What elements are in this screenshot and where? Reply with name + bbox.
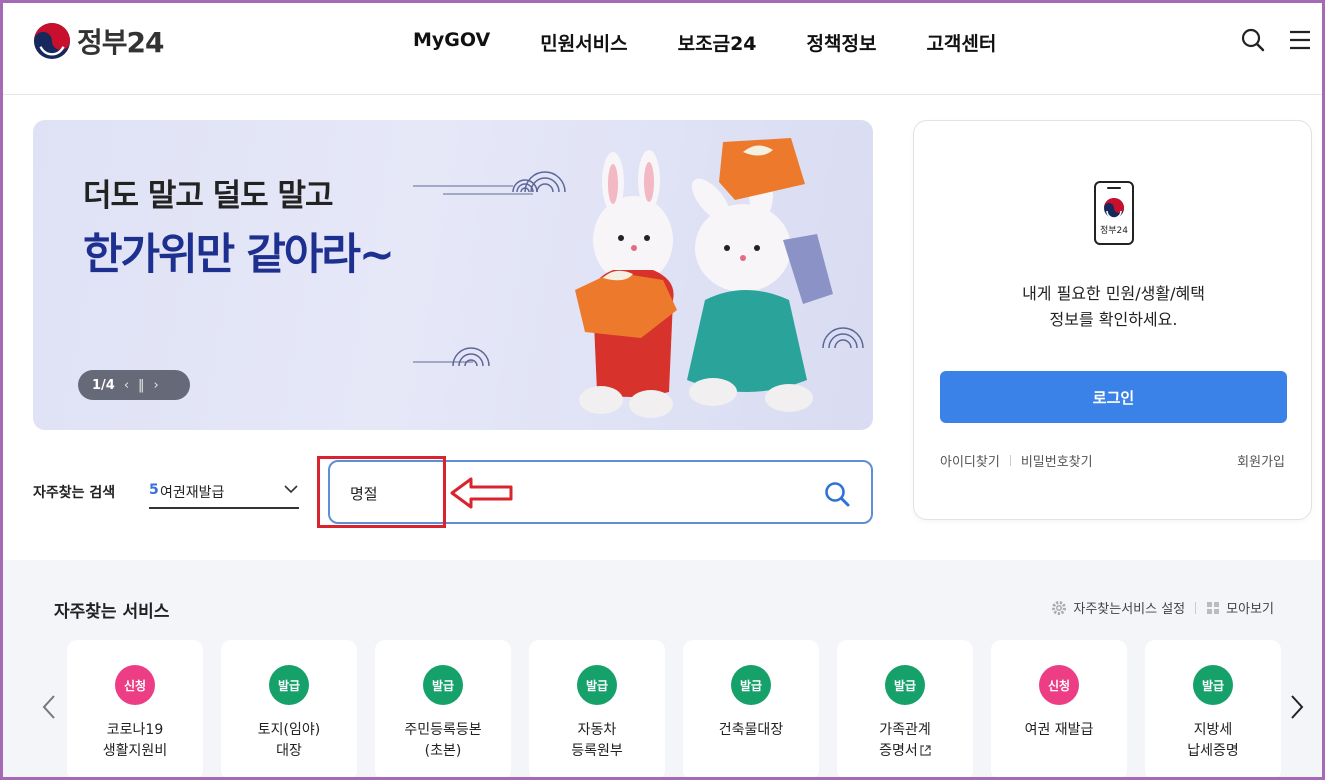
- rabbit-illustration: [413, 138, 864, 418]
- issue-badge: 발급: [423, 665, 463, 705]
- login-button[interactable]: 로그인: [940, 371, 1287, 423]
- main-nav: MyGOV 민원서비스 보조금24 정책정보 고객센터: [413, 29, 996, 56]
- search-icon[interactable]: [1240, 27, 1266, 53]
- nav-policy-info[interactable]: 정책정보: [807, 29, 877, 56]
- login-panel: 정부24 내게 필요한 민원/생활/혜택 정보를 확인하세요. 로그인 아이디찾…: [913, 120, 1312, 520]
- chevron-down-icon: [284, 485, 298, 494]
- link-divider: [1009, 455, 1011, 466]
- menu-icon[interactable]: [1287, 27, 1313, 53]
- phone-notch: [1107, 187, 1121, 189]
- site-header: 정부24 MyGOV 민원서비스 보조금24 정책정보 고객센터: [3, 3, 1322, 95]
- popular-search-text: 여권재발급: [160, 485, 225, 501]
- service-name: 자동차 등록원부: [571, 722, 623, 759]
- apply-badge: 신청: [115, 665, 155, 705]
- service-settings-button[interactable]: 자주찾는서비스 설정: [1051, 598, 1185, 617]
- issue-badge: 발급: [885, 665, 925, 705]
- apply-badge: 신청: [1039, 665, 1079, 705]
- taegeuk-logo-icon: [33, 22, 71, 60]
- site-logo[interactable]: 정부24: [33, 21, 164, 61]
- taegeuk-small-icon: [1104, 198, 1124, 219]
- tool-divider: [1195, 601, 1197, 614]
- issue-badge: 발급: [577, 665, 617, 705]
- service-card-family-certificate[interactable]: 발급 가족관계 증명서: [837, 640, 973, 780]
- main-banner[interactable]: 더도 말고 덜도 말고 한가위만 같아라~ 1/4 ‹ ‖ ›: [33, 120, 873, 430]
- banner-page-indicator: 1/4: [92, 377, 115, 393]
- service-card-covid-support[interactable]: 신청 코로나19 생활지원비: [67, 640, 203, 780]
- service-card-land-register[interactable]: 발급 토지(임야) 대장: [221, 640, 357, 780]
- nav-customer-center[interactable]: 고객센터: [926, 29, 996, 56]
- logo-text: 정부24: [77, 26, 164, 59]
- section-tools: 자주찾는서비스 설정 모아보기: [1051, 598, 1274, 617]
- service-card-building-register[interactable]: 발급 건축물대장: [683, 640, 819, 780]
- service-name: 여권 재발급: [1024, 722, 1094, 738]
- service-cards: 신청 코로나19 생활지원비 발급 토지(임야) 대장 발급 주민등록등본 (초…: [67, 640, 1281, 780]
- nav-mygov[interactable]: MyGOV: [413, 29, 490, 56]
- frequent-services-section: 자주찾는 서비스 자주찾는서비스 설정 모아보기 신청 코로나19 생활지원비: [3, 560, 1322, 780]
- carousel-next-icon[interactable]: [1289, 694, 1305, 720]
- carousel-prev-icon[interactable]: [41, 694, 57, 720]
- login-message-line2: 정보를 확인하세요.: [1049, 310, 1178, 329]
- service-card-local-tax-certificate[interactable]: 발급 지방세 납세증명: [1145, 640, 1281, 780]
- phone-brand-text: 정부24: [1099, 226, 1128, 236]
- banner-next-icon[interactable]: ›: [154, 378, 159, 393]
- mobile-phone-icon: 정부24: [1094, 181, 1134, 245]
- issue-badge: 발급: [269, 665, 309, 705]
- banner-title: 한가위만 같아라~: [83, 230, 395, 280]
- service-name: 가족관계 증명서: [837, 720, 973, 762]
- service-name: 코로나19 생활지원비: [102, 722, 168, 759]
- service-card-vehicle-register[interactable]: 발급 자동차 등록원부: [529, 640, 665, 780]
- service-card-passport-reissue[interactable]: 신청 여권 재발급: [991, 640, 1127, 780]
- view-all-label: 모아보기: [1226, 602, 1274, 617]
- view-all-button[interactable]: 모아보기: [1206, 598, 1274, 617]
- service-card-resident-registration[interactable]: 발급 주민등록등본 (초본): [375, 640, 511, 780]
- login-message-line1: 내게 필요한 민원/생활/혜택: [1022, 284, 1205, 303]
- highlight-box: [317, 456, 446, 528]
- service-name: 토지(임야) 대장: [257, 722, 321, 759]
- issue-badge: 발급: [731, 665, 771, 705]
- popular-search-label: 자주찾는 검색: [33, 485, 116, 501]
- banner-prev-icon[interactable]: ‹: [124, 378, 129, 393]
- section-title: 자주찾는 서비스: [54, 602, 170, 622]
- gear-icon: [1052, 600, 1067, 615]
- login-message: 내게 필요한 민원/생활/혜택 정보를 확인하세요.: [914, 281, 1313, 333]
- find-id-link[interactable]: 아이디찾기: [940, 451, 1000, 470]
- grid-icon: [1207, 601, 1220, 614]
- signup-link[interactable]: 회원가입: [1237, 451, 1285, 470]
- search-button-icon[interactable]: [823, 480, 851, 508]
- find-password-link[interactable]: 비밀번호찾기: [1021, 451, 1093, 470]
- banner-subtitle: 더도 말고 덜도 말고: [83, 178, 334, 214]
- nav-civil-service[interactable]: 민원서비스: [540, 29, 627, 56]
- service-name: 건축물대장: [718, 722, 784, 738]
- popular-search-select[interactable]: 5 여권재발급: [149, 473, 299, 509]
- banner-pagination: 1/4 ‹ ‖ ›: [78, 370, 190, 400]
- banner-pause-icon[interactable]: ‖: [138, 378, 145, 393]
- service-settings-label: 자주찾는서비스 설정: [1073, 602, 1186, 617]
- issue-badge: 발급: [1193, 665, 1233, 705]
- account-links: 아이디찾기 비밀번호찾기: [940, 451, 1093, 470]
- nav-subsidy[interactable]: 보조금24: [678, 29, 757, 56]
- highlight-arrow-icon: [450, 477, 513, 509]
- service-name: 지방세 납세증명: [1187, 722, 1239, 759]
- popular-search-rank: 5: [149, 482, 159, 498]
- external-link-icon: [920, 745, 931, 756]
- service-name: 주민등록등본 (초본): [404, 722, 482, 759]
